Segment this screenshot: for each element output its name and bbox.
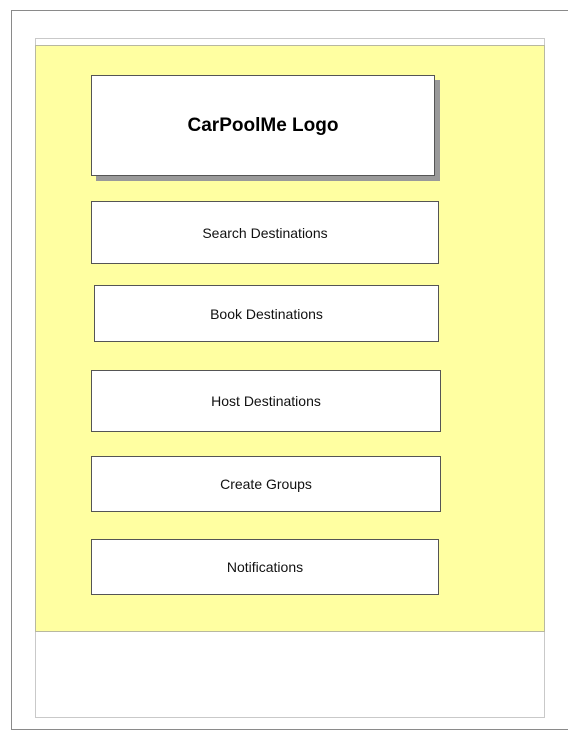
notifications-label: Notifications <box>226 559 304 575</box>
logo-text: CarPoolMe Logo <box>187 114 339 136</box>
create-groups-button[interactable]: Create Groups <box>91 456 441 512</box>
book-destinations-button[interactable]: Book Destinations <box>94 285 439 342</box>
search-destinations-button[interactable]: Search Destinations <box>91 201 439 264</box>
host-destinations-button[interactable]: Host Destinations <box>91 370 441 432</box>
search-destinations-label: Search Destinations <box>202 224 328 241</box>
host-destinations-label: Host Destinations <box>211 393 321 409</box>
create-groups-label: Create Groups <box>220 476 312 492</box>
app-logo: CarPoolMe Logo <box>91 75 435 176</box>
notifications-button[interactable]: Notifications <box>91 539 439 595</box>
book-destinations-label: Book Destinations <box>210 305 323 322</box>
